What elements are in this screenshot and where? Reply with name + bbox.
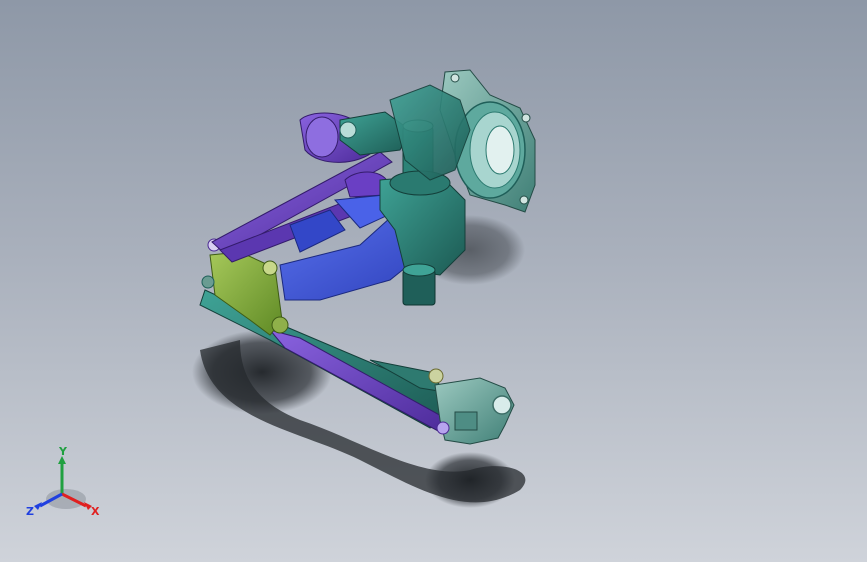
z-axis-label: Z	[26, 505, 34, 518]
y-axis-label: Y	[58, 445, 68, 458]
wheel-knuckle[interactable]	[428, 368, 515, 445]
graphics-viewport[interactable]: Y X Z	[0, 0, 867, 562]
coordinate-triad: Y X Z	[26, 445, 100, 518]
x-axis-label: X	[91, 505, 100, 518]
suspension-assembly-model[interactable]	[0, 0, 867, 562]
